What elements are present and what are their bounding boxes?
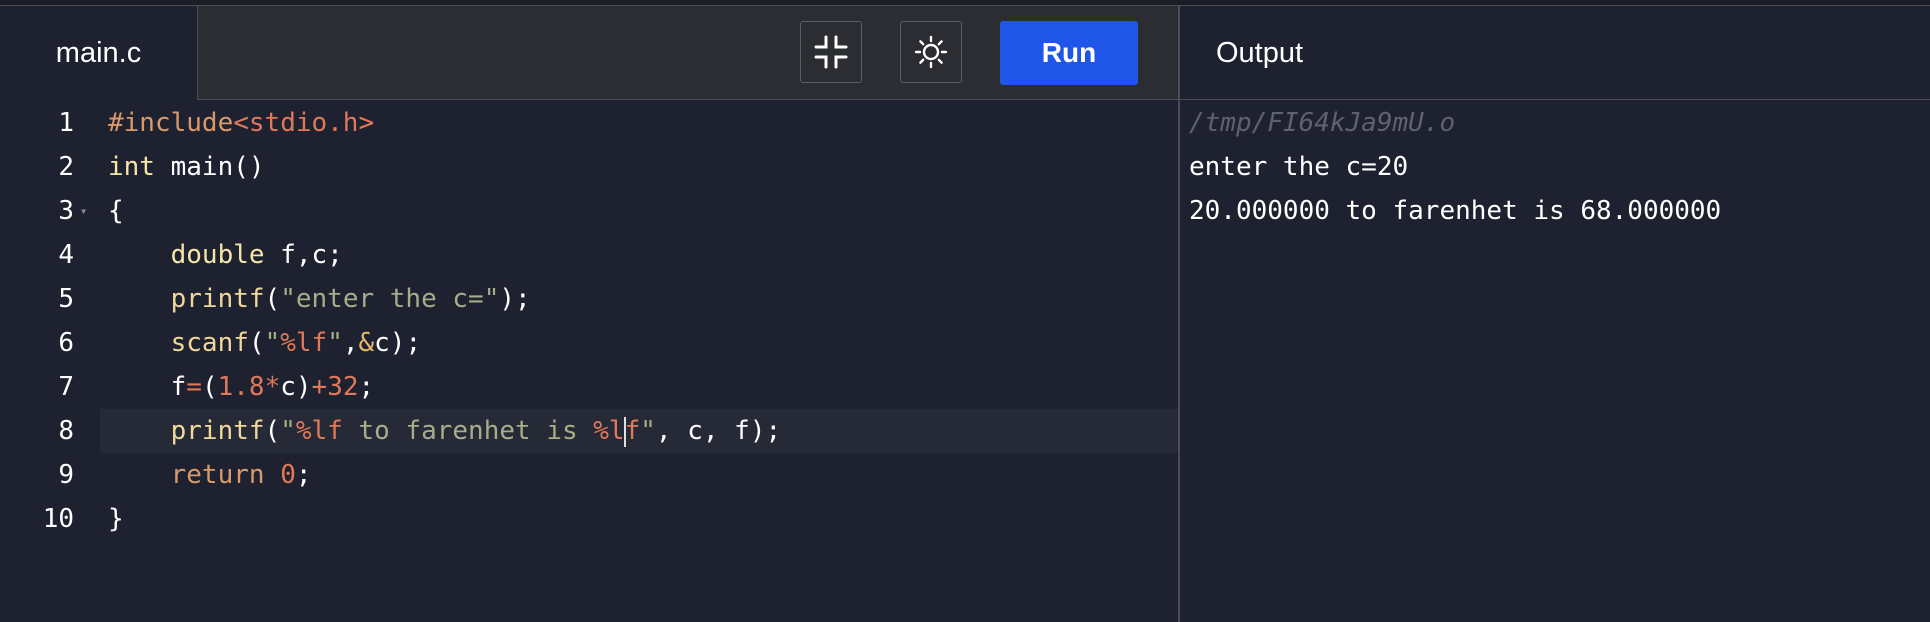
code-token: * [264,372,281,402]
code-line[interactable]: 9 return 0; [0,453,1178,497]
code-token: ; [295,460,312,490]
code-token: return [170,460,265,490]
code-text: int main() [108,145,265,189]
code-line[interactable]: 2 int main() [0,145,1178,189]
fold-arrow-icon[interactable]: ▾ [80,189,87,233]
code-token: "enter the c=" [280,284,500,314]
code-token: ( [264,416,281,446]
line-number: 4 [58,240,74,270]
code-token: , c, f); [655,416,782,446]
code-line[interactable]: 7 f=(1.8*c)+32; [0,365,1178,409]
code-token: + [311,372,328,402]
code-text: { [108,189,124,233]
line-number: 9 [58,460,74,490]
code-token: c); [374,328,422,358]
code-token: double [170,240,265,270]
code-text: #include<stdio.h> [108,101,374,145]
line-number: 3 [58,196,74,226]
code-line[interactable]: 8 printf("%lf to farenhet is %lf", c, f)… [0,409,1178,453]
code-line[interactable]: 1 #include<stdio.h> [0,101,1178,145]
code-token: 32 [327,372,359,402]
panel-divider[interactable] [1178,6,1180,622]
code-token: ); [499,284,531,314]
theme-toggle-button[interactable] [900,21,962,83]
code-line[interactable]: 5 printf("enter the c="); [0,277,1178,321]
code-text: scanf("%lf",&c); [108,321,422,365]
code-token: #include [108,108,234,138]
code-line[interactable]: 10} [0,497,1178,541]
code-token: " [640,416,656,446]
code-token: , [342,328,359,358]
output-line: 20.000000 to farenhet is 68.000000 [1189,196,1722,226]
line-number: 8 [58,416,74,446]
code-token: { [108,196,124,226]
code-line[interactable]: 4 double f,c; [0,233,1178,277]
code-text: } [108,497,124,541]
code-token: c) [280,372,312,402]
line-number: 6 [58,328,74,358]
sun-icon [914,35,948,69]
code-text: double f,c; [108,233,343,277]
file-tab-main-c[interactable]: main.c [0,6,198,101]
code-line[interactable]: 6 scanf("%lf",&c); [0,321,1178,365]
code-token: 0 [280,460,296,490]
code-token: " [264,328,281,358]
run-button-label: Run [1041,37,1097,68]
run-button[interactable]: Run [1000,21,1138,85]
code-token: f [108,372,187,402]
code-token: = [186,372,202,402]
code-token: %lf [280,328,328,358]
line-number: 5 [58,284,74,314]
code-token: ( [264,284,281,314]
code-token: " [280,416,296,446]
code-token: main() [154,152,265,182]
code-line[interactable]: 3 ▾ { [0,189,1178,233]
line-number: 10 [42,504,74,534]
code-token: ( [201,372,218,402]
line-number: 2 [58,152,74,182]
code-text: printf("%lf to farenhet is %lf", c, f); [108,409,781,453]
line-number: 7 [58,372,74,402]
code-token: printf [170,416,265,446]
code-token: <stdio.h> [233,108,375,138]
output-file-path: /tmp/FI64kJa9mU.o [1189,108,1456,138]
code-text: return 0; [108,453,312,497]
code-token: 1.8 [217,372,265,402]
code-token: scanf [170,328,249,358]
file-tab-label: main.c [55,37,142,69]
exit-fullscreen-icon [814,35,848,69]
code-token: f,c; [264,240,343,270]
exit-fullscreen-button[interactable] [800,21,862,83]
code-token: } [108,504,124,534]
code-token: to farenhet is [342,416,594,446]
code-token: %l [593,416,625,446]
code-token: %lf [295,416,343,446]
code-token: f [624,416,641,446]
code-token: printf [170,284,265,314]
line-number: 1 [58,108,74,138]
code-token: int [108,152,155,182]
code-text: printf("enter the c="); [108,277,531,321]
code-token: " [327,328,343,358]
output-line: enter the c=20 [1189,152,1409,182]
code-token: & [358,328,375,358]
code-token: ( [248,328,265,358]
code-text: f=(1.8*c)+32; [108,365,375,409]
output-title: Output [1216,36,1304,69]
code-token: ; [358,372,375,402]
